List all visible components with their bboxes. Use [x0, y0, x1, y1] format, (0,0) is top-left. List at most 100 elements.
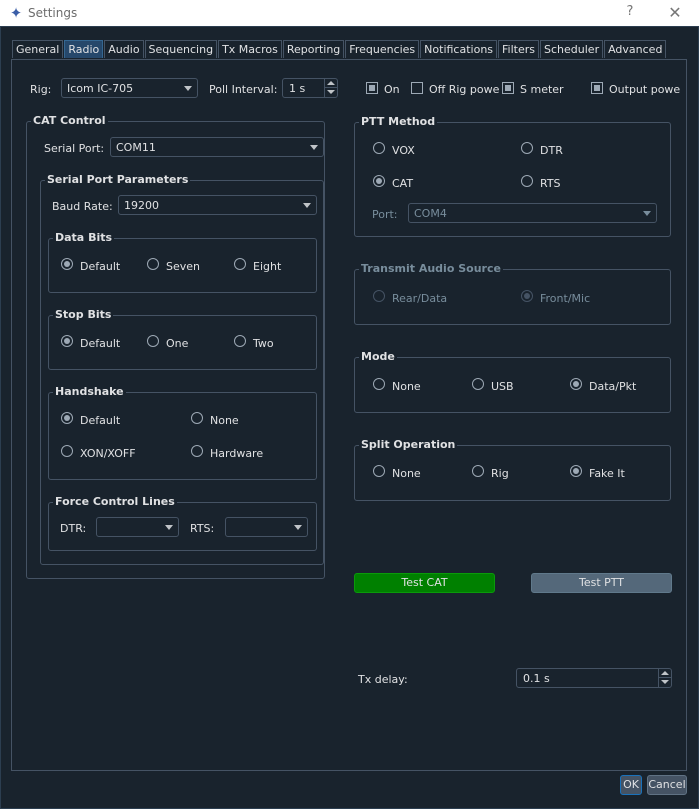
title-bar: ✦ Settings ? ✕	[0, 0, 699, 26]
s-meter-checkbox[interactable]	[502, 82, 514, 94]
handshake-hardware-radio[interactable]	[191, 445, 203, 457]
ptt-cat-radio[interactable]	[373, 175, 385, 187]
stop-bits-two-radio[interactable]	[234, 335, 246, 347]
window-title: Settings	[28, 6, 78, 20]
handshake-none-label: None	[210, 414, 239, 427]
rig-select[interactable]: Icom IC-705	[61, 78, 198, 98]
dtr-select[interactable]	[96, 517, 179, 537]
split-rig-radio[interactable]	[472, 465, 484, 477]
handshake-group	[48, 392, 317, 480]
audio-rear-data-radio[interactable]	[373, 290, 385, 302]
audio-front-mic-radio[interactable]	[521, 290, 533, 302]
data-bits-seven-radio[interactable]	[147, 258, 159, 270]
mode-title: Mode	[359, 350, 397, 363]
tab-reporting[interactable]: Reporting	[282, 40, 345, 58]
cancel-button[interactable]: Cancel	[647, 775, 687, 795]
tx-delay-value: 0.1 s	[523, 672, 550, 685]
rts-select[interactable]	[225, 517, 308, 537]
stop-bits-title: Stop Bits	[53, 308, 114, 321]
handshake-xonxoff-label: XON/XOFF	[80, 447, 136, 460]
data-bits-eight-label: Eight	[253, 260, 282, 273]
tx-delay-spinbox[interactable]: 0.1 s	[516, 668, 672, 688]
help-button[interactable]: ?	[620, 4, 640, 22]
mode-data-pkt-radio[interactable]	[570, 378, 582, 390]
on-label: On	[384, 83, 400, 96]
poll-interval-spinbox[interactable]: 1 s	[282, 78, 338, 98]
tab-radio[interactable]: Radio	[64, 40, 104, 58]
handshake-title: Handshake	[53, 385, 126, 398]
ptt-vox-radio[interactable]	[373, 142, 385, 154]
tab-sequencing[interactable]: Sequencing	[144, 40, 218, 58]
off-rig-power-checkbox[interactable]	[411, 82, 423, 94]
tab-notifications[interactable]: Notifications	[420, 40, 498, 58]
chevron-down-icon	[294, 525, 302, 530]
ok-button[interactable]: OK	[620, 775, 642, 795]
output-power-label: Output powe	[609, 83, 681, 96]
handshake-hardware-label: Hardware	[210, 447, 264, 460]
stop-bits-default-label: Default	[80, 337, 121, 350]
mode-usb-label: USB	[491, 380, 514, 393]
data-bits-seven-label: Seven	[166, 260, 200, 273]
ptt-port-select[interactable]: COM4	[408, 203, 657, 223]
split-fake-it-label: Fake It	[589, 467, 625, 480]
output-power-checkbox[interactable]	[591, 82, 603, 94]
stop-bits-one-label: One	[166, 337, 189, 350]
chevron-down-icon	[303, 203, 311, 208]
mode-usb-radio[interactable]	[472, 378, 484, 390]
handshake-none-radio[interactable]	[191, 412, 203, 424]
tab-tx-macros[interactable]: Tx Macros	[218, 40, 282, 58]
mode-none-radio[interactable]	[373, 378, 385, 390]
dtr-label: DTR:	[60, 522, 87, 535]
tab-advanced[interactable]: Advanced	[604, 40, 667, 58]
split-none-radio[interactable]	[373, 465, 385, 477]
test-ptt-button[interactable]: Test PTT	[531, 573, 672, 593]
handshake-default-label: Default	[80, 414, 121, 427]
handshake-default-radio[interactable]	[61, 412, 73, 424]
split-operation-title: Split Operation	[359, 438, 458, 451]
ptt-port-label: Port:	[372, 208, 398, 221]
stop-bits-default-radio[interactable]	[61, 335, 73, 347]
data-bits-eight-radio[interactable]	[234, 258, 246, 270]
baud-rate-label: Baud Rate:	[52, 200, 113, 213]
ptt-rts-radio[interactable]	[521, 175, 533, 187]
mode-data-pkt-label: Data/Pkt	[589, 380, 637, 393]
ptt-dtr-radio[interactable]	[521, 142, 533, 154]
chevron-down-icon	[165, 525, 173, 530]
baud-rate-value: 19200	[124, 199, 159, 212]
ptt-cat-label: CAT	[392, 177, 414, 190]
tab-scheduler[interactable]: Scheduler	[540, 40, 604, 58]
split-none-label: None	[392, 467, 421, 480]
serial-port-label: Serial Port:	[44, 142, 105, 155]
stop-bits-two-label: Two	[253, 337, 274, 350]
audio-rear-data-label: Rear/Data	[392, 292, 448, 305]
stop-bits-one-radio[interactable]	[147, 335, 159, 347]
baud-rate-select[interactable]: 19200	[118, 195, 317, 215]
force-control-lines-title: Force Control Lines	[53, 495, 177, 508]
s-meter-label: S meter	[520, 83, 564, 96]
spin-down-icon[interactable]	[324, 87, 337, 97]
chevron-down-icon	[310, 145, 318, 150]
tab-frequencies[interactable]: Frequencies	[345, 40, 420, 58]
tab-filters[interactable]: Filters	[498, 40, 540, 58]
data-bits-default-radio[interactable]	[61, 258, 73, 270]
poll-interval-label: Poll Interval:	[209, 83, 278, 96]
spin-down-icon[interactable]	[658, 677, 671, 687]
data-bits-title: Data Bits	[53, 231, 115, 244]
tab-bar: General Radio Audio Sequencing Tx Macros…	[12, 40, 667, 59]
test-cat-button[interactable]: Test CAT	[354, 573, 495, 593]
tab-audio[interactable]: Audio	[104, 40, 144, 58]
serial-port-select[interactable]: COM11	[110, 137, 324, 157]
on-checkbox[interactable]	[366, 82, 378, 94]
audio-front-mic-label: Front/Mic	[540, 292, 591, 305]
handshake-xonxoff-radio[interactable]	[61, 445, 73, 457]
close-icon[interactable]: ✕	[664, 3, 686, 23]
app-icon: ✦	[9, 4, 23, 22]
tx-delay-label: Tx delay:	[358, 673, 408, 686]
ptt-rts-label: RTS	[540, 177, 561, 190]
chevron-down-icon	[184, 86, 192, 91]
tab-general[interactable]: General	[12, 40, 64, 58]
rig-label: Rig:	[30, 83, 52, 96]
mode-none-label: None	[392, 380, 421, 393]
split-fake-it-radio[interactable]	[570, 465, 582, 477]
chevron-down-icon	[643, 211, 651, 216]
